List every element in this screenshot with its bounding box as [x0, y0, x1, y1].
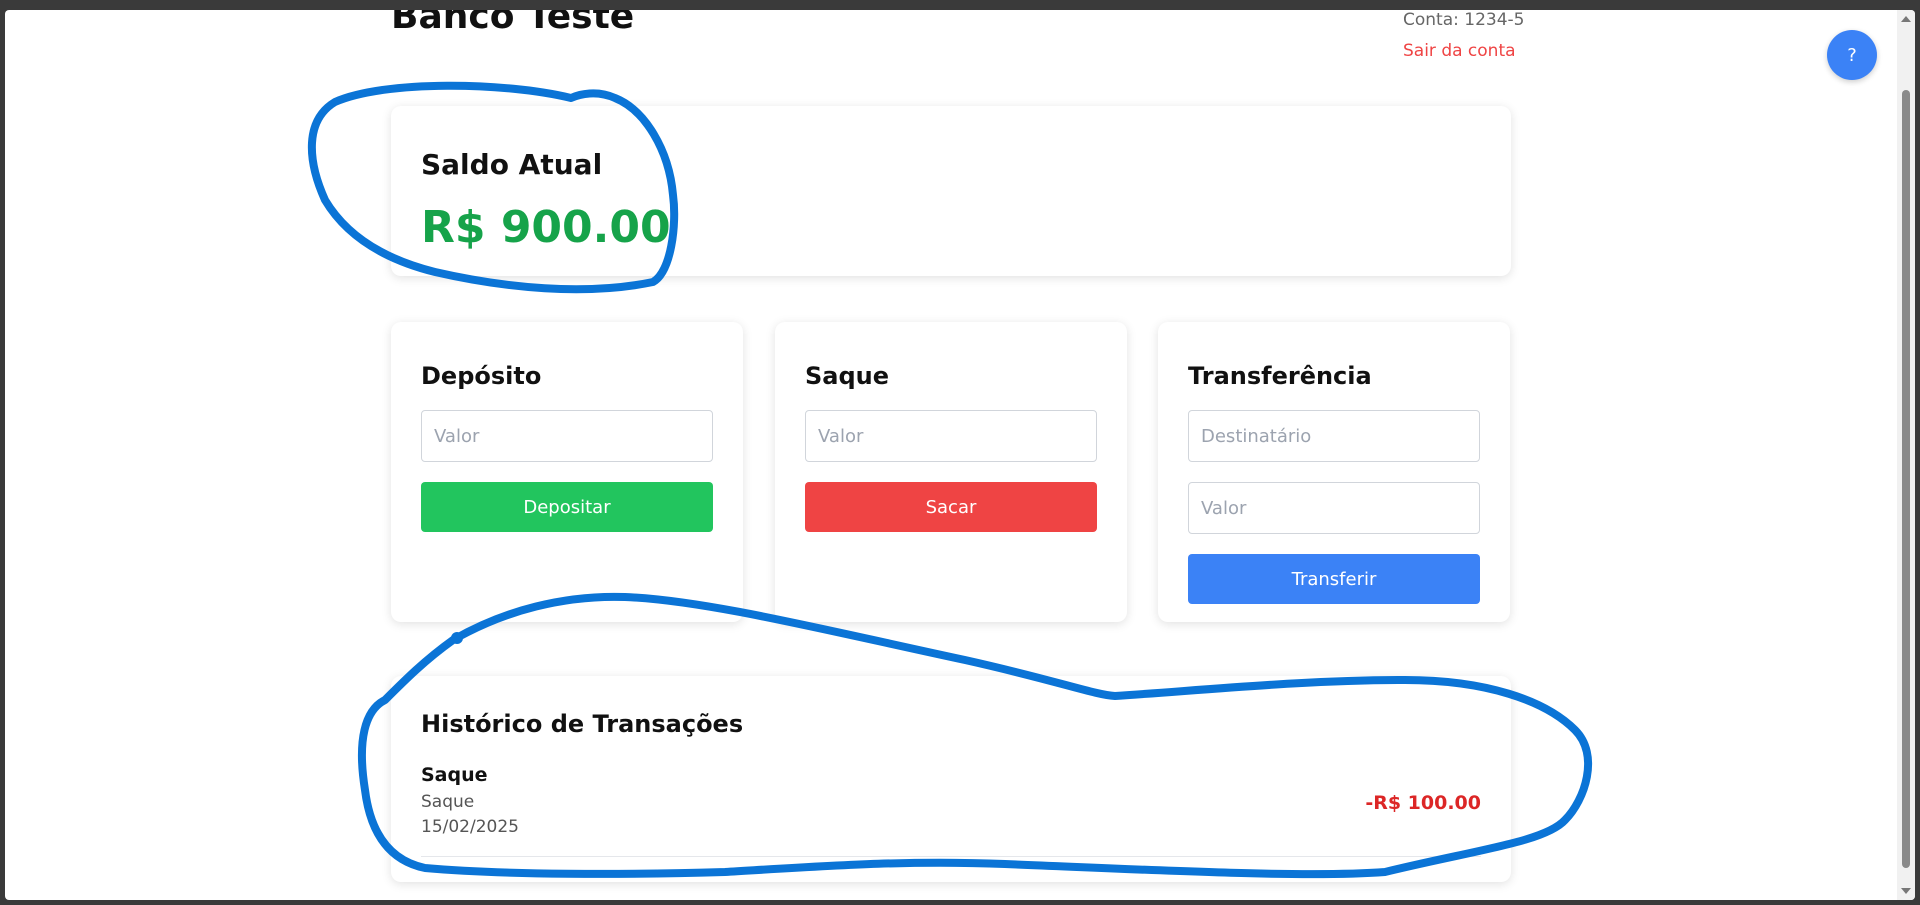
- deposit-amount-input[interactable]: [421, 410, 713, 462]
- transfer-button[interactable]: Transferir: [1188, 554, 1480, 604]
- withdraw-card: Saque Sacar: [775, 322, 1127, 622]
- scrollbar-thumb[interactable]: [1902, 90, 1910, 868]
- withdraw-amount-input[interactable]: [805, 410, 1097, 462]
- deposit-title: Depósito: [421, 362, 542, 390]
- balance-amount: R$ 900.00: [421, 202, 671, 253]
- annotation-dot: [451, 632, 463, 644]
- transaction-history-card: Histórico de Transações Saque Saque 15/0…: [391, 676, 1511, 882]
- deposit-button[interactable]: Depositar: [421, 482, 713, 532]
- help-button[interactable]: ?: [1827, 30, 1877, 80]
- balance-card: Saldo Atual R$ 900.00: [391, 106, 1511, 276]
- transfer-title: Transferência: [1188, 362, 1372, 390]
- history-title: Histórico de Transações: [421, 710, 744, 738]
- account-number: Conta: 1234-5: [1403, 10, 1525, 30]
- browser-viewport: Banco Teste Conta: 1234-5 Sair da conta …: [5, 10, 1915, 900]
- transaction-description: Saque: [421, 792, 475, 812]
- help-icon: ?: [1847, 44, 1857, 66]
- transaction-amount: -R$ 100.00: [1365, 792, 1481, 814]
- vertical-scrollbar[interactable]: [1897, 10, 1915, 900]
- transaction-date: 15/02/2025: [421, 817, 519, 837]
- scroll-up-icon[interactable]: [1901, 16, 1911, 22]
- transaction-type: Saque: [421, 764, 488, 786]
- scroll-down-icon[interactable]: [1901, 888, 1911, 894]
- transfer-card: Transferência Transferir: [1158, 322, 1510, 622]
- page-title: Banco Teste: [391, 10, 635, 37]
- logout-link[interactable]: Sair da conta: [1403, 41, 1516, 61]
- deposit-card: Depósito Depositar: [391, 322, 743, 622]
- transfer-amount-input[interactable]: [1188, 482, 1480, 534]
- withdraw-button[interactable]: Sacar: [805, 482, 1097, 532]
- transaction-row: Saque Saque 15/02/2025 -R$ 100.00: [421, 764, 1481, 857]
- transfer-recipient-input[interactable]: [1188, 410, 1480, 462]
- balance-title: Saldo Atual: [421, 148, 603, 181]
- withdraw-title: Saque: [805, 362, 890, 390]
